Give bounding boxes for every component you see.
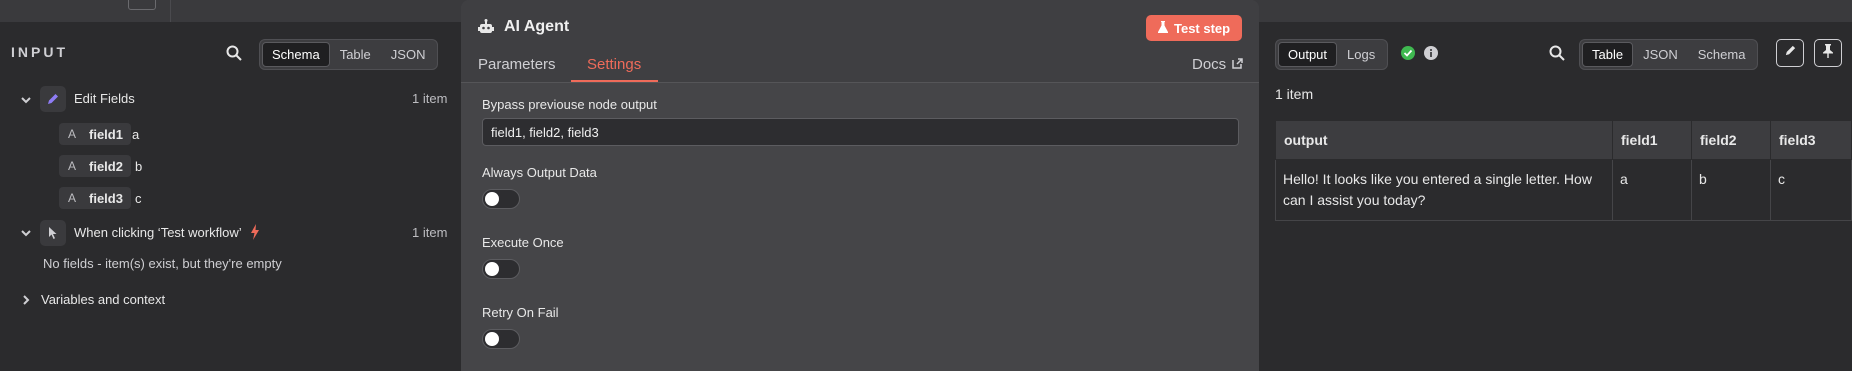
success-check-icon xyxy=(1401,46,1415,65)
input-view-switcher: Schema Table JSON xyxy=(259,39,439,70)
field-value: b xyxy=(135,159,143,174)
docs-link[interactable]: Docs xyxy=(1192,56,1243,73)
execute-once-label: Execute Once xyxy=(482,235,564,250)
node-settings-modal: AI Agent Test step Parameters Settings D… xyxy=(461,0,1259,371)
chevron-down-icon[interactable] xyxy=(19,226,33,240)
tab-parameters[interactable]: Parameters xyxy=(478,56,556,73)
table-row: Hello! It looks like you entered a singl… xyxy=(1275,159,1852,221)
toggle-knob xyxy=(485,262,499,276)
retry-on-fail-label: Retry On Fail xyxy=(482,305,559,320)
execute-once-toggle[interactable] xyxy=(482,259,520,279)
string-type-icon: A xyxy=(59,187,85,209)
info-icon[interactable] xyxy=(1424,46,1438,65)
input-view-schema[interactable]: Schema xyxy=(262,42,330,67)
output-tab-switcher: Output Logs xyxy=(1275,39,1389,70)
lightning-icon xyxy=(250,224,260,245)
always-output-toggle[interactable] xyxy=(482,189,520,209)
tab-logs[interactable]: Logs xyxy=(1337,42,1385,67)
empty-fields-message: No fields - item(s) exist, but they're e… xyxy=(43,256,282,271)
docs-link-label: Docs xyxy=(1192,56,1227,73)
pencil-icon xyxy=(1784,44,1797,62)
bypass-input[interactable]: field1, field2, field3 xyxy=(482,118,1239,146)
test-step-button[interactable]: Test step xyxy=(1146,15,1243,41)
edit-output-button[interactable] xyxy=(1776,39,1804,67)
top-strip-button[interactable] xyxy=(128,0,156,10)
cursor-icon xyxy=(40,220,66,246)
search-icon[interactable] xyxy=(1549,45,1565,61)
node-name-edit-fields[interactable]: Edit Fields xyxy=(74,91,135,106)
test-step-label: Test step xyxy=(1174,20,1231,36)
output-view-table[interactable]: Table xyxy=(1582,42,1634,67)
top-strip-divider xyxy=(170,0,171,22)
table-header-row: output field1 field2 field3 xyxy=(1275,120,1852,160)
string-type-icon: A xyxy=(59,123,85,145)
toggle-knob xyxy=(485,192,499,206)
robot-icon xyxy=(478,19,494,40)
external-link-icon xyxy=(1232,56,1243,73)
toggle-knob xyxy=(485,332,499,346)
column-header: output xyxy=(1275,120,1613,160)
chevron-down-icon[interactable] xyxy=(19,93,33,107)
chevron-right-icon[interactable] xyxy=(19,293,33,307)
modal-header xyxy=(461,0,1259,83)
table-cell[interactable]: b xyxy=(1691,159,1771,221)
retry-on-fail-toggle[interactable] xyxy=(482,329,520,349)
field-name[interactable]: field2 xyxy=(85,155,131,177)
node-title: AI Agent xyxy=(504,18,570,35)
output-view-schema[interactable]: Schema xyxy=(1688,42,1756,67)
search-icon[interactable] xyxy=(226,45,242,61)
active-tab-indicator xyxy=(571,80,658,82)
column-header: field1 xyxy=(1612,120,1692,160)
node-item-count: 1 item xyxy=(412,225,448,240)
field-value: c xyxy=(135,191,142,206)
bypass-label: Bypass previouse node output xyxy=(482,97,657,112)
field-name[interactable]: field1 xyxy=(85,123,131,145)
field-value: a xyxy=(132,127,140,142)
node-name-manual-trigger[interactable]: When clicking ‘Test workflow’ xyxy=(74,225,242,240)
column-header: field2 xyxy=(1691,120,1771,160)
input-view-json[interactable]: JSON xyxy=(381,42,436,67)
variables-context-toggle[interactable]: Variables and context xyxy=(41,292,165,307)
flask-icon xyxy=(1158,20,1168,36)
column-header: field3 xyxy=(1770,120,1852,160)
node-item-count: 1 item xyxy=(412,91,448,106)
pencil-icon xyxy=(40,86,66,112)
tab-output[interactable]: Output xyxy=(1278,42,1338,67)
field-name[interactable]: field3 xyxy=(85,187,131,209)
input-panel-title: INPUT xyxy=(11,44,68,60)
output-table-wrap: output field1 field2 field3 Hello! It lo… xyxy=(1275,120,1852,221)
pin-icon xyxy=(1822,43,1834,63)
output-table: output field1 field2 field3 Hello! It lo… xyxy=(1275,120,1852,221)
output-item-count: 1 item xyxy=(1275,86,1314,102)
table-cell[interactable]: a xyxy=(1612,159,1692,221)
output-view-switcher: Table JSON Schema xyxy=(1579,39,1759,70)
string-type-icon: A xyxy=(59,155,85,177)
input-view-table[interactable]: Table xyxy=(330,42,381,67)
tab-settings[interactable]: Settings xyxy=(587,56,641,73)
table-cell[interactable]: Hello! It looks like you entered a singl… xyxy=(1275,159,1613,221)
always-output-label: Always Output Data xyxy=(482,165,597,180)
pin-output-button[interactable] xyxy=(1814,39,1842,67)
output-view-json[interactable]: JSON xyxy=(1633,42,1688,67)
table-cell[interactable]: c xyxy=(1770,159,1852,221)
